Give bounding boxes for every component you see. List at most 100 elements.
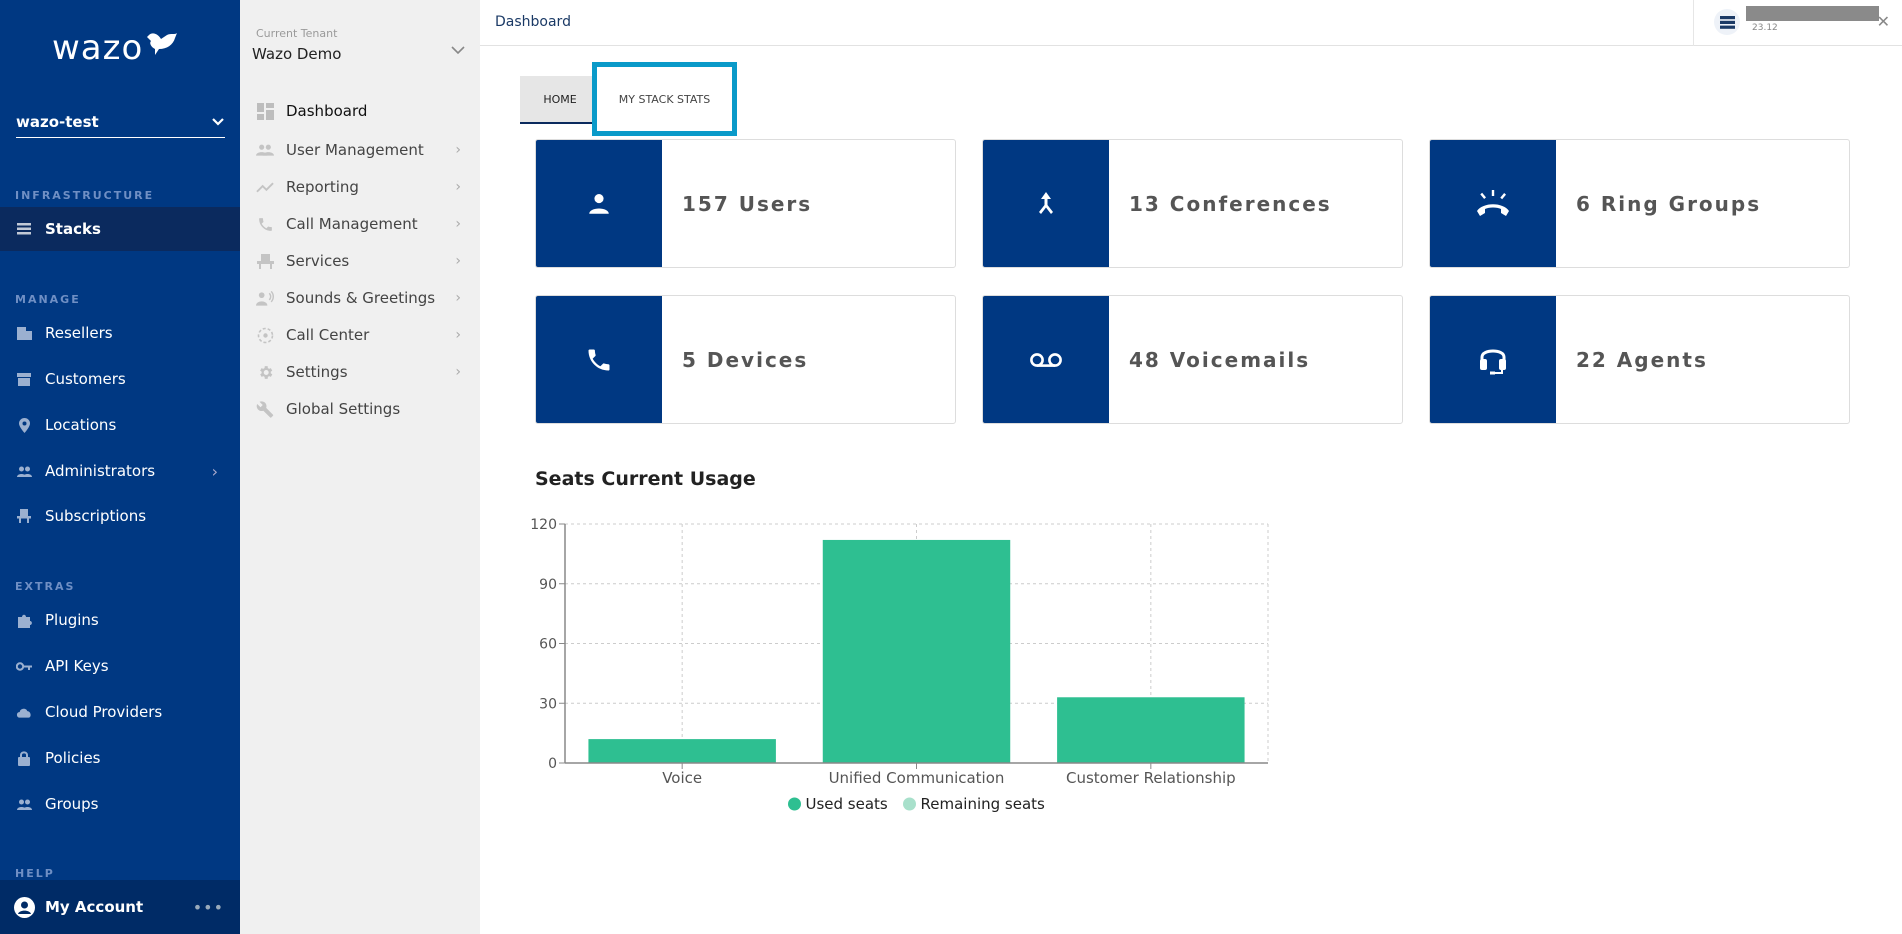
call-center-icon <box>256 326 274 344</box>
legend-swatch <box>903 797 916 811</box>
tenant-item-call-management[interactable]: Call Management › <box>256 209 471 239</box>
tenant-name[interactable]: Wazo Demo <box>252 45 341 63</box>
tab-home[interactable]: HOME <box>520 76 600 124</box>
sidebar-item-stacks[interactable]: Stacks <box>0 207 240 251</box>
tenant-item-call-center[interactable]: Call Center › <box>256 320 471 350</box>
legend-label: Used seats <box>806 795 888 813</box>
y-tick-label: 120 <box>530 517 557 533</box>
sidebar-item-administrators[interactable]: Administrators › <box>0 449 240 493</box>
chevron-right-icon: › <box>455 290 461 306</box>
breadcrumb[interactable]: Dashboard <box>495 14 571 30</box>
legend-swatch <box>788 797 801 811</box>
sidebar-item-label: Locations <box>45 416 117 434</box>
list-icon <box>16 221 32 237</box>
y-tick-label: 90 <box>539 577 557 593</box>
merge-icon <box>983 140 1109 267</box>
sidebar-item-policies[interactable]: Policies <box>0 736 240 780</box>
sidebar-item-label: Policies <box>45 749 101 767</box>
x-tick-label: Voice <box>662 769 702 787</box>
sidebar-item-plugins[interactable]: Plugins <box>0 598 240 642</box>
tenant-item-label: Sounds & Greetings <box>286 289 436 307</box>
card-conferences[interactable]: 13 Conferences <box>982 139 1403 268</box>
card-agents[interactable]: 22 Agents <box>1429 295 1850 424</box>
sidebar-item-groups[interactable]: Groups <box>0 782 240 826</box>
card-devices[interactable]: 5 Devices <box>535 295 956 424</box>
headset-icon <box>1430 296 1556 423</box>
tenant-item-reporting[interactable]: Reporting › <box>256 172 471 202</box>
voicemail-icon <box>983 296 1109 423</box>
puzzle-icon <box>16 612 32 628</box>
tenant-item-label: Global Settings <box>286 400 401 418</box>
sidebar-item-resellers[interactable]: Resellers <box>0 311 240 355</box>
tenant-item-label: Dashboard <box>286 102 368 120</box>
gear-icon <box>256 363 274 381</box>
tenant-item-user-management[interactable]: User Management › <box>256 135 471 165</box>
sidebar-item-api-keys[interactable]: API Keys <box>0 644 240 688</box>
my-account-button[interactable]: My Account ••• <box>0 880 240 934</box>
chart-title: Seats Current Usage <box>535 468 756 490</box>
section-manage: MANAGE <box>15 293 81 306</box>
sidebar-item-customers[interactable]: Customers <box>0 357 240 401</box>
x-tick-label: Unified Communication <box>829 769 1005 787</box>
app: wazo wazo-test INFRASTRUCTURE Stacks MAN… <box>0 0 1902 934</box>
tenant-item-sounds-greetings[interactable]: Sounds & Greetings › <box>256 283 471 313</box>
y-tick-label: 60 <box>539 637 557 653</box>
tenant-item-global-settings[interactable]: Global Settings <box>256 394 471 424</box>
tenant-chevron-down-icon[interactable] <box>450 44 466 56</box>
sidebar-item-label: Resellers <box>45 324 113 342</box>
tab-my-stack-stats[interactable]: MY STACK STATS <box>592 62 737 136</box>
sidebar-item-label: Stacks <box>45 220 101 238</box>
chevron-right-icon: › <box>455 216 461 232</box>
stats-cards: 157 Users 13 Conferences 6 Ring Groups 5… <box>535 139 1850 424</box>
tenant-item-settings[interactable]: Settings › <box>256 357 471 387</box>
legend-label: Remaining seats <box>921 795 1046 813</box>
main-content: Dashboard 23.12 ✕ HOME MY STACK STATS 15… <box>480 0 1902 934</box>
chart-legend: Used seats Remaining seats <box>788 795 1045 813</box>
top-bar: Dashboard 23.12 ✕ <box>480 0 1902 46</box>
store-icon <box>16 371 32 387</box>
tenant-item-dashboard[interactable]: Dashboard <box>256 96 471 126</box>
section-infrastructure: INFRASTRUCTURE <box>15 189 155 202</box>
card-users[interactable]: 157 Users <box>535 139 956 268</box>
sidebar-item-label: Cloud Providers <box>45 703 163 721</box>
card-label: 13 Conferences <box>1129 191 1332 216</box>
sidebar-item-cloud-providers[interactable]: Cloud Providers <box>0 690 240 734</box>
card-label: 22 Agents <box>1576 347 1708 372</box>
lock-icon <box>16 750 32 766</box>
logo-text: wazo <box>52 28 144 68</box>
user-icon <box>536 140 662 267</box>
tenant-item-services[interactable]: Services › <box>256 246 471 276</box>
sidebar-item-subscriptions[interactable]: Subscriptions <box>0 494 240 538</box>
sidebar-item-locations[interactable]: Locations <box>0 403 240 447</box>
sounds-icon <box>256 289 274 307</box>
main-sidebar: wazo wazo-test INFRASTRUCTURE Stacks MAN… <box>0 0 240 934</box>
bar-used <box>1057 697 1245 763</box>
chevron-right-icon: › <box>455 364 461 380</box>
stack-notification: 23.12 ✕ <box>1693 0 1902 46</box>
subscription-icon <box>16 508 32 524</box>
users-icon <box>256 141 274 159</box>
tenant-item-label: Call Management <box>286 215 418 233</box>
stack-version: 23.12 <box>1752 23 1778 33</box>
chart-bars <box>588 539 1245 763</box>
redacted-stack-name <box>1746 6 1879 21</box>
card-voicemails[interactable]: 48 Voicemails <box>982 295 1403 424</box>
card-ring-groups[interactable]: 6 Ring Groups <box>1429 139 1850 268</box>
sidebar-item-label: Administrators <box>45 462 156 480</box>
sidebar-item-label: Plugins <box>45 611 99 629</box>
cloud-icon <box>16 704 32 720</box>
tenant-sidebar: Current Tenant Wazo Demo Dashboard User … <box>240 0 480 934</box>
my-account-label: My Account <box>45 898 144 916</box>
sidebar-item-label: Subscriptions <box>45 507 147 525</box>
wazo-logo[interactable]: wazo <box>52 28 179 68</box>
trending-icon <box>256 178 274 196</box>
current-tenant-label: Current Tenant <box>256 27 338 40</box>
chevron-right-icon: › <box>211 461 218 481</box>
more-options-icon[interactable]: ••• <box>193 898 224 917</box>
stack-select[interactable]: wazo-test <box>16 106 225 138</box>
tenant-item-label: Services <box>286 252 350 270</box>
close-icon[interactable]: ✕ <box>1877 12 1890 31</box>
tenant-item-label: Reporting <box>286 178 359 196</box>
bird-icon <box>147 33 178 55</box>
group-icon <box>16 796 32 812</box>
